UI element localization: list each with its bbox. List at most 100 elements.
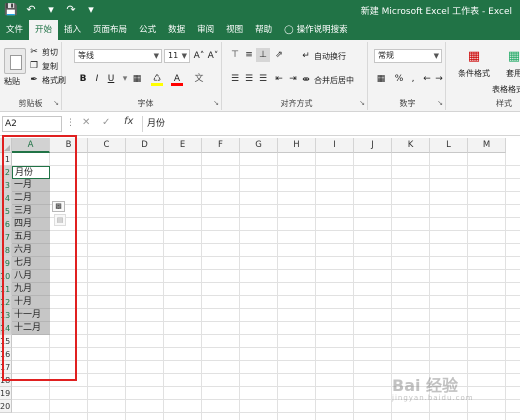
tab-formulas[interactable]: 公式 (133, 20, 162, 40)
redo-icon[interactable]: ↷ (64, 3, 78, 16)
row-header-11[interactable]: 11 (0, 283, 12, 296)
select-all-button[interactable] (0, 138, 12, 153)
column-header-i[interactable]: I (316, 138, 354, 153)
cell-a1[interactable] (12, 153, 50, 166)
column-header-l[interactable]: L (430, 138, 468, 153)
cell-a11[interactable]: 九月 (12, 283, 50, 296)
tab-view[interactable]: 视图 (220, 20, 249, 40)
font-size-dropdown[interactable]: 11 ▼ (164, 49, 190, 63)
row-header-3[interactable]: 3 (0, 179, 12, 192)
tab-review[interactable]: 审阅 (191, 20, 220, 40)
column-header-b[interactable]: B (50, 138, 88, 153)
row-header-18[interactable]: 18 (0, 374, 12, 387)
cell-a17[interactable] (12, 361, 50, 374)
tab-home[interactable]: 开始 (29, 20, 59, 40)
undo-icon[interactable]: ↶ (24, 3, 38, 16)
row-header-15[interactable]: 15 (0, 335, 12, 348)
wrap-text-button[interactable]: ↵ 自动换行 (300, 50, 346, 62)
row-header-4[interactable]: 4 (0, 192, 12, 205)
tab-data[interactable]: 数据 (162, 20, 191, 40)
column-header-a[interactable]: A (12, 138, 50, 153)
cell-a16[interactable] (12, 348, 50, 361)
customize-icon[interactable]: ▾ (84, 3, 98, 16)
row-header-20[interactable]: 20 (0, 400, 12, 413)
column-header-m[interactable]: M (468, 138, 506, 153)
row-header-1[interactable]: 1 (0, 153, 12, 166)
italic-button[interactable]: I (90, 72, 104, 86)
paste-button[interactable]: 粘贴 (4, 76, 20, 87)
grow-font-button[interactable]: A˄ (192, 49, 206, 63)
row-header-16[interactable]: 16 (0, 348, 12, 361)
dialog-launcher-icon[interactable]: ↘ (437, 99, 443, 107)
save-icon[interactable]: 💾 (4, 3, 18, 16)
quick-analysis-icon[interactable]: ▤ (54, 214, 66, 226)
cell-a19[interactable] (12, 387, 50, 400)
cell-a14[interactable]: 十二月 (12, 322, 50, 335)
column-header-j[interactable]: J (354, 138, 392, 153)
align-center-icon[interactable]: ☰ (242, 72, 256, 86)
orientation-icon[interactable]: ⇗ (272, 48, 286, 62)
font-color-button[interactable]: A (170, 72, 184, 86)
paste-icon[interactable] (4, 48, 26, 74)
align-top-icon[interactable]: ⊤ (228, 48, 242, 62)
row-header-14[interactable]: 14 (0, 322, 12, 335)
cell-a12[interactable]: 十月 (12, 296, 50, 309)
auto-fill-options-icon[interactable]: ▩ (52, 201, 65, 212)
dialog-launcher-icon[interactable]: ↘ (53, 99, 59, 107)
cell-a8[interactable]: 六月 (12, 244, 50, 257)
cell-a2[interactable]: 月份 (12, 166, 50, 179)
merge-center-button[interactable]: ⇼ 合并后居中 (300, 74, 354, 86)
cell-a4[interactable]: 二月 (12, 192, 50, 205)
cut-button[interactable]: ✂ 剪切 (28, 46, 58, 58)
number-format-dropdown[interactable]: 常规 ▼ (374, 49, 442, 63)
cancel-icon[interactable]: ✕ (82, 117, 90, 128)
borders-icon[interactable]: ▦ (130, 72, 144, 86)
decrease-indent-icon[interactable]: ⇤ (272, 72, 286, 86)
phonetic-button[interactable]: 文 (192, 72, 206, 86)
copy-button[interactable]: ❐ 复制 (28, 60, 58, 72)
row-header-9[interactable]: 9 (0, 257, 12, 270)
cell-a6[interactable]: 四月 (12, 218, 50, 231)
dialog-launcher-icon[interactable]: ↘ (359, 99, 365, 107)
row-header-2[interactable]: 2 (0, 166, 12, 179)
tab-insert[interactable]: 插入 (58, 20, 87, 40)
row-header-13[interactable]: 13 (0, 309, 12, 322)
format-as-table-button[interactable]: ▦ 套用 (496, 48, 520, 79)
column-header-e[interactable]: E (164, 138, 202, 153)
increase-indent-icon[interactable]: ⇥ (286, 72, 300, 86)
row-header-19[interactable]: 19 (0, 387, 12, 400)
column-header-k[interactable]: K (392, 138, 430, 153)
cell-a18[interactable] (12, 374, 50, 387)
cell-a10[interactable]: 八月 (12, 270, 50, 283)
name-box[interactable]: A2 (2, 116, 62, 132)
row-header-17[interactable]: 17 (0, 361, 12, 374)
currency-icon[interactable]: ▦ (374, 72, 388, 86)
column-header-h[interactable]: H (278, 138, 316, 153)
row-header-5[interactable]: 5 (0, 205, 12, 218)
shrink-font-button[interactable]: A˅ (206, 49, 220, 63)
tab-help[interactable]: 帮助 (249, 20, 278, 40)
dialog-launcher-icon[interactable]: ↘ (213, 99, 219, 107)
tell-me-search[interactable]: ◯ 操作说明搜索 (278, 20, 354, 40)
column-header-c[interactable]: C (88, 138, 126, 153)
bold-button[interactable]: B (76, 72, 90, 86)
percent-button[interactable]: % (392, 72, 406, 86)
conditional-formatting-button[interactable]: ▦ 条件格式 (454, 48, 494, 79)
enter-check-icon[interactable]: ✓ (102, 117, 110, 128)
dropdown-icon[interactable]: ▾ (44, 3, 58, 16)
decrease-decimal-icon[interactable]: → (432, 72, 446, 86)
align-right-icon[interactable]: ☰ (256, 72, 270, 86)
tab-file[interactable]: 文件 (0, 20, 29, 40)
row-header-6[interactable]: 6 (0, 218, 12, 231)
row-header-7[interactable]: 7 (0, 231, 12, 244)
underline-button[interactable]: U (104, 72, 118, 86)
insert-function-button[interactable]: fx (124, 116, 133, 127)
cell-a7[interactable]: 五月 (12, 231, 50, 244)
cell-a3[interactable]: 一月 (12, 179, 50, 192)
tab-page-layout[interactable]: 页面布局 (87, 20, 133, 40)
comma-button[interactable]: , (406, 72, 420, 86)
font-name-dropdown[interactable]: 等线 ▼ (74, 49, 162, 63)
column-header-g[interactable]: G (240, 138, 278, 153)
cell-a15[interactable] (12, 335, 50, 348)
cell-a13[interactable]: 十一月 (12, 309, 50, 322)
